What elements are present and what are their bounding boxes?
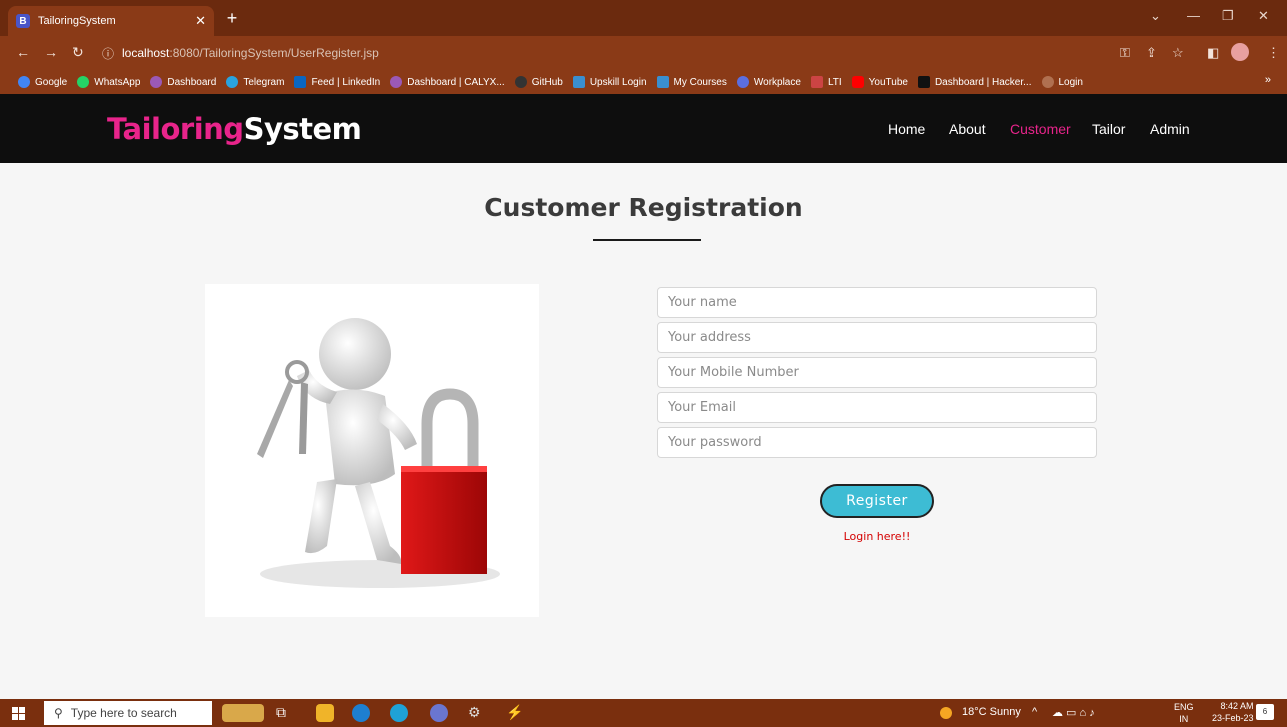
github-icon	[514, 76, 527, 88]
chart-icon	[572, 76, 585, 88]
share-icon[interactable]: ⇪	[1146, 45, 1157, 61]
youtube-icon	[851, 76, 864, 88]
bookmark-lti[interactable]: LTI	[810, 76, 842, 88]
site-info-icon[interactable]: ⓘ	[102, 45, 114, 62]
bookmark-login[interactable]: Login	[1041, 76, 1083, 88]
google-icon	[18, 76, 30, 88]
browser-tab-bar: B TailoringSystem ✕ + ⌄ — ❐ ✕	[0, 0, 1287, 36]
bookmark-whatsapp[interactable]: WhatsApp	[77, 76, 140, 88]
windows-taskbar: ⚲ Type here to search ⧉ ⚙ ⚡ 18°C Sunny ^…	[0, 699, 1287, 727]
bookmarks-bar: Google WhatsApp Dashboard Telegram Feed …	[0, 70, 1287, 94]
eclipse-icon[interactable]	[430, 704, 448, 722]
lightning-app-icon[interactable]: ⚡	[506, 704, 524, 722]
reload-icon[interactable]: ↻	[72, 44, 84, 61]
bookmark-courses[interactable]: My Courses	[656, 76, 727, 88]
notification-center-icon[interactable]: 6	[1256, 704, 1274, 720]
bookmark-youtube[interactable]: YouTube	[851, 76, 908, 88]
taskbar-search-placeholder: Type here to search	[70, 706, 177, 720]
windows-start-icon[interactable]	[12, 707, 25, 720]
bookmark-dashboard[interactable]: Dashboard	[150, 76, 216, 88]
site-header: TailoringSystem Home About Customer Tail…	[0, 94, 1287, 163]
keys-lock-illustration	[205, 284, 539, 617]
bookmark-google[interactable]: Google	[18, 76, 67, 88]
dashboard-icon	[150, 76, 163, 88]
nav-about[interactable]: About	[949, 121, 986, 137]
hidden-icons-chevron-icon[interactable]: ^	[1032, 706, 1037, 718]
workplace-icon	[736, 76, 749, 88]
site-logo[interactable]: TailoringSystem	[107, 112, 362, 146]
bootstrap-favicon-icon: B	[16, 14, 30, 28]
language-indicator[interactable]: ENG IN	[1174, 701, 1194, 725]
page-title: Customer Registration	[484, 193, 803, 222]
address-bar-row: ← → ↻ ⓘ localhost :8080/TailoringSystem/…	[0, 36, 1287, 70]
name-input[interactable]	[657, 287, 1097, 318]
edge-icon[interactable]	[390, 704, 408, 722]
url-path: :8080/TailoringSystem/UserRegister.jsp	[169, 46, 379, 60]
title-underline	[593, 239, 701, 241]
email-input[interactable]	[657, 392, 1097, 423]
forward-icon[interactable]: →	[44, 44, 58, 60]
linkedin-icon	[294, 76, 307, 88]
bookmark-telegram[interactable]: Telegram	[226, 76, 284, 88]
tab-search-icon[interactable]: ⌄	[1150, 8, 1161, 24]
weather-sun-icon[interactable]	[940, 707, 952, 719]
bookmark-hacker[interactable]: Dashboard | Hacker...	[917, 76, 1032, 88]
chart-icon	[656, 76, 669, 88]
settings-gear-icon[interactable]: ⚙	[468, 704, 486, 722]
telegram-icon	[226, 76, 239, 88]
dashboard-icon	[390, 76, 403, 88]
chrome-icon[interactable]	[352, 704, 370, 722]
tray-icons[interactable]: ☁ ▭ ⌂ ♪	[1052, 706, 1095, 719]
taskbar-search[interactable]: ⚲ Type here to search	[44, 701, 212, 725]
close-tab-icon[interactable]: ✕	[195, 13, 206, 29]
weather-text[interactable]: 18°C Sunny	[962, 706, 1021, 718]
bookmark-github[interactable]: GitHub	[514, 76, 563, 88]
url-field[interactable]: ⓘ localhost :8080/TailoringSystem/UserRe…	[98, 42, 1098, 64]
taskbar-clock[interactable]: 8:42 AM 23-Feb-23	[1212, 700, 1254, 724]
file-explorer-icon[interactable]	[316, 704, 334, 722]
bookmark-workplace[interactable]: Workplace	[736, 76, 801, 88]
restore-icon[interactable]: ❐	[1222, 8, 1234, 24]
new-tab-icon[interactable]: +	[222, 8, 242, 29]
login-icon	[1041, 76, 1054, 88]
back-icon[interactable]: ←	[16, 44, 30, 60]
widgets-icon[interactable]	[222, 704, 264, 722]
password-key-icon[interactable]: ⚿	[1120, 45, 1130, 61]
sidepanel-icon[interactable]: ◧	[1207, 45, 1219, 61]
bookmark-linkedin[interactable]: Feed | LinkedIn	[294, 76, 380, 88]
nav-tailor[interactable]: Tailor	[1092, 121, 1125, 137]
register-button[interactable]: Register	[820, 484, 934, 518]
close-window-icon[interactable]: ✕	[1258, 8, 1269, 24]
address-input[interactable]	[657, 322, 1097, 353]
menu-icon[interactable]: ⋮	[1267, 45, 1280, 61]
bookmark-star-icon[interactable]: ☆	[1172, 45, 1184, 61]
task-view-icon[interactable]: ⧉	[276, 704, 294, 722]
bookmark-upskill[interactable]: Upskill Login	[572, 76, 647, 88]
nav-home[interactable]: Home	[888, 121, 925, 137]
tab-title: TailoringSystem	[38, 15, 116, 27]
browser-tab[interactable]: B TailoringSystem ✕	[8, 6, 214, 36]
figure-with-keys-and-padlock-icon	[257, 318, 500, 588]
whatsapp-icon	[77, 76, 90, 88]
nav-customer[interactable]: Customer	[1010, 121, 1071, 137]
search-icon: ⚲	[54, 706, 63, 720]
password-input[interactable]	[657, 427, 1097, 458]
mobile-input[interactable]	[657, 357, 1097, 388]
more-bookmarks-icon[interactable]: »	[1265, 74, 1271, 86]
hackerrank-icon	[917, 76, 930, 88]
url-host: localhost	[122, 46, 170, 60]
profile-avatar[interactable]	[1231, 43, 1249, 61]
login-link[interactable]: Login here!!	[820, 530, 934, 543]
bookmark-calyx[interactable]: Dashboard | CALYX...	[390, 76, 505, 88]
nav-admin[interactable]: Admin	[1150, 121, 1190, 137]
minimize-icon[interactable]: —	[1187, 8, 1200, 23]
lti-icon	[810, 76, 823, 88]
